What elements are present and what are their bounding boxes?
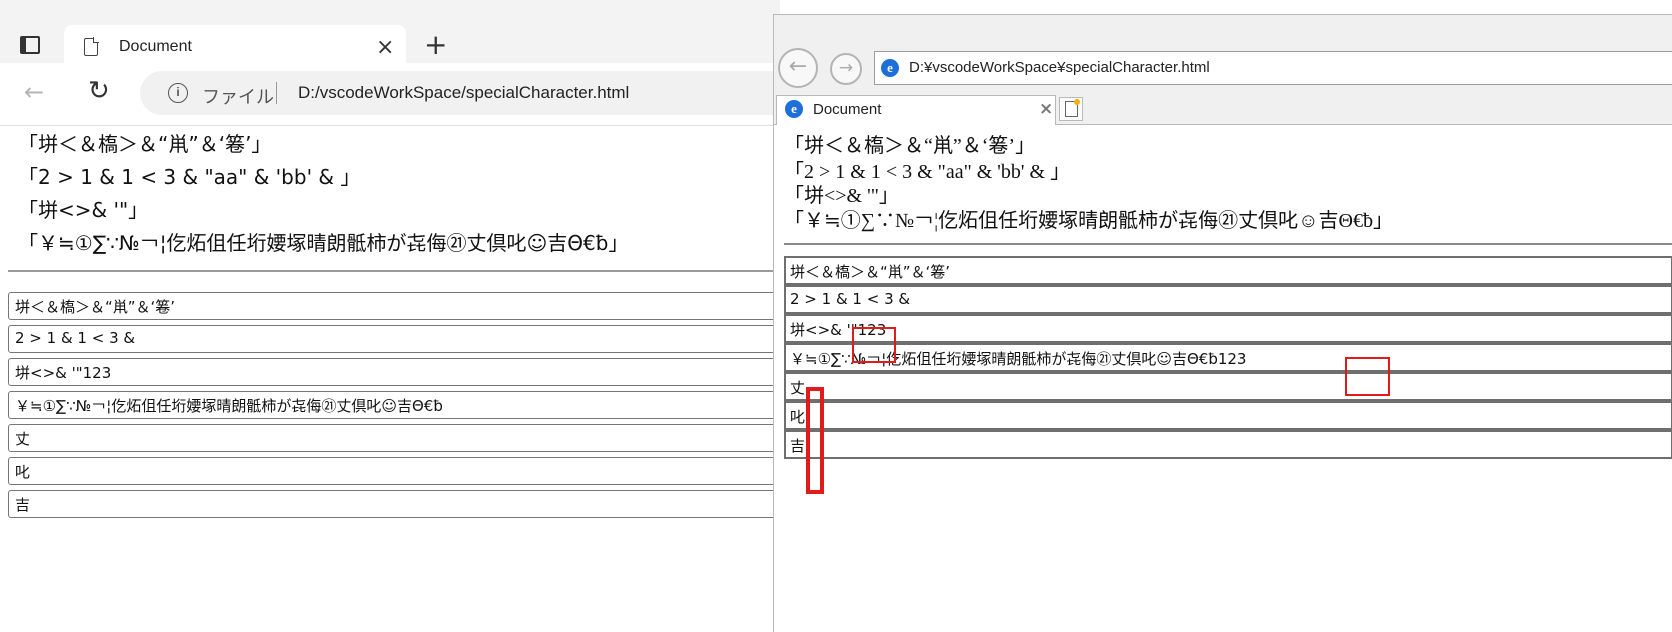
ie-tab-logo-icon: e	[785, 100, 803, 118]
ie-forward-icon[interactable]: →	[830, 53, 862, 85]
edge-tab-bar: Document × +	[0, 8, 780, 71]
new-tab-icon[interactable]: +	[424, 31, 447, 59]
file-scheme-label: ファイル	[202, 87, 274, 108]
ie-nav-bar: ← → e D:¥vscodeWorkSpace¥specialCharacte…	[774, 15, 1672, 93]
address-bar[interactable]: i ファイル D:/vscodeWorkSpace/specialCharact…	[140, 71, 820, 115]
address-separator	[276, 82, 277, 104]
url-text[interactable]: D:/vscodeWorkSpace/specialCharacter.html	[298, 83, 629, 103]
ie-logo-icon: e	[881, 59, 899, 77]
ie-tab-title: Document	[813, 101, 882, 118]
highlight-box-cursor-column	[806, 387, 824, 494]
ie-tab-bar: e Document ×	[774, 93, 1672, 125]
text-input-2[interactable]: 2 > 1 & 1 < 3 &	[8, 325, 788, 353]
ie-back-icon[interactable]: ←	[778, 48, 818, 88]
edge-toolbar: ← ↻ i ファイル D:/vscodeWorkSpace/specialCha…	[0, 63, 820, 126]
ie-window: ← → e D:¥vscodeWorkSpace¥specialCharacte…	[773, 14, 1672, 632]
text-line-2: 「2 > 1 & 1 < 3 & "aa" & 'bb' & 」	[18, 165, 361, 189]
highlight-box-123-row4	[1345, 357, 1390, 396]
ie-close-tab-icon[interactable]: ×	[1039, 99, 1053, 119]
ie-text-line-4: 「￥≒①∑∵№￢¦仡炻伹任垳婹塚晴朗骶柿が㐂侮㉑丈倶叱☺吉Θ€ƀ」	[784, 210, 1393, 232]
reload-icon[interactable]: ↻	[88, 76, 110, 106]
ie-text-input-4[interactable]: ￥≒①∑∵№￢¦仡炻伹任垳婹塚晴朗骶柿が㐂侮㉑丈倶叱☺吉Θ€ƀ123	[784, 343, 1672, 372]
ie-tab-document[interactable]: e Document ×	[776, 95, 1056, 125]
ie-text-input-2[interactable]: 2 > 1 & 1 < 3 &	[784, 285, 1672, 314]
tab-title: Document	[119, 38, 192, 55]
text-line-4: 「￥≒①∑∵№￢¦仡炻伹任垳婹塚晴朗骶柿が㐂侮㉑丈倶叱☺吉Θ€ƀ」	[18, 231, 629, 255]
text-input-4[interactable]: ￥≒①∑∵№￢¦仡炻伹任垳婹塚晴朗骶柿が㐂侮㉑丈倶叱☺吉Θ€ƀ	[8, 391, 788, 419]
info-icon[interactable]: i	[168, 83, 188, 103]
text-line-1: 「垪＜＆槗＞＆“鼡”＆‘箞’」	[18, 132, 272, 156]
ie-text-input-1[interactable]: 垪＜＆槗＞＆“鼡”＆‘箞’	[784, 256, 1672, 285]
ie-address-bar[interactable]: e D:¥vscodeWorkSpace¥specialCharacter.ht…	[874, 51, 1672, 85]
text-input-1[interactable]: 垪＜＆槗＞＆“鼡”＆‘箞’	[8, 292, 788, 320]
text-line-3: 「垪<>& '"」	[18, 198, 149, 222]
document-icon	[84, 37, 99, 56]
back-arrow-icon[interactable]: ←	[24, 78, 44, 106]
tab-actions-icon[interactable]	[20, 36, 40, 54]
edge-top-strip	[0, 0, 780, 8]
ie-text-line-1: 「垪＜＆槗＞＆“鼡”＆‘箞’」	[784, 135, 1036, 157]
highlight-box-123-row3	[852, 327, 896, 363]
horizontal-rule	[8, 270, 788, 272]
ie-new-tab-icon[interactable]	[1059, 97, 1083, 121]
ie-url-text[interactable]: D:¥vscodeWorkSpace¥specialCharacter.html	[909, 59, 1210, 76]
edge-window: Document × + ← ↻ i ファイル D:/vscodeWorkSpa…	[0, 0, 820, 631]
text-input-3[interactable]: 垪<>& '"123	[8, 358, 788, 386]
ie-text-input-6[interactable]: 叱	[784, 401, 1672, 430]
close-tab-icon[interactable]: ×	[376, 35, 394, 60]
text-input-5[interactable]: 丈	[8, 424, 788, 452]
ie-text-input-3[interactable]: 垪<>& '"123	[784, 314, 1672, 343]
ie-text-input-7[interactable]: 吉	[784, 430, 1672, 459]
ie-text-input-5[interactable]: 丈	[784, 372, 1672, 401]
text-input-6[interactable]: 叱	[8, 457, 788, 485]
ie-horizontal-rule	[784, 243, 1672, 245]
text-input-7[interactable]: 吉	[8, 490, 788, 518]
